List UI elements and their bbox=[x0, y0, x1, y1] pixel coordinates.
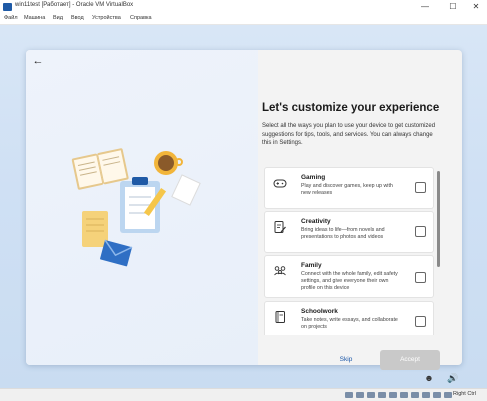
accept-button[interactable]: Accept bbox=[380, 350, 440, 370]
back-arrow-icon[interactable]: ← bbox=[31, 54, 45, 68]
illustration-pane: ← bbox=[26, 50, 258, 365]
host-key-label: Right Ctrl bbox=[453, 391, 476, 397]
volume-icon[interactable]: 🔊 bbox=[447, 373, 458, 383]
accessibility-icon[interactable]: ☻ bbox=[424, 373, 434, 383]
gaming-checkbox[interactable] bbox=[415, 182, 426, 193]
option-gaming[interactable]: Gaming Play and discover games, keep up … bbox=[264, 167, 434, 209]
optical-drive-icon[interactable] bbox=[356, 392, 364, 398]
menu-view[interactable]: Вид bbox=[53, 15, 63, 21]
shared-folders-icon[interactable] bbox=[400, 392, 408, 398]
option-title: Schoolwork bbox=[301, 308, 338, 315]
page-description: Select all the ways you plan to use your… bbox=[262, 123, 436, 146]
page-title: Let's customize your experience bbox=[262, 102, 440, 114]
schoolwork-checkbox[interactable] bbox=[415, 316, 426, 327]
option-description: Play and discover games, keep up with ne… bbox=[301, 183, 393, 196]
option-description: Connect with the whole family, edit safe… bbox=[301, 271, 398, 291]
option-title: Family bbox=[301, 262, 322, 269]
option-description: Take notes, write essays, and collaborat… bbox=[301, 317, 398, 330]
oobe-dialog: ← Let's customize your experience Select… bbox=[26, 50, 462, 370]
display-icon[interactable] bbox=[411, 392, 419, 398]
menu-help[interactable]: Справка bbox=[130, 15, 152, 21]
usb-icon[interactable] bbox=[389, 392, 397, 398]
vm-display[interactable]: ← Let's customize your experience Select… bbox=[0, 25, 487, 388]
virtualbox-icon bbox=[3, 3, 12, 11]
options-list[interactable]: Gaming Play and discover games, keep up … bbox=[264, 167, 440, 335]
people-icon bbox=[274, 266, 286, 276]
menu-file[interactable]: Файл bbox=[4, 15, 18, 21]
option-title: Gaming bbox=[301, 174, 326, 181]
window-title: win11test [Работает] - Oracle VM Virtual… bbox=[15, 2, 134, 8]
option-title: Creativity bbox=[301, 218, 331, 225]
option-creativity[interactable]: Creativity Bring ideas to life—from nove… bbox=[264, 211, 434, 253]
illustration-image bbox=[71, 148, 201, 267]
mouse-integration-icon[interactable] bbox=[444, 392, 452, 398]
family-checkbox[interactable] bbox=[415, 272, 426, 283]
creativity-checkbox[interactable] bbox=[415, 226, 426, 237]
option-schoolwork[interactable]: Schoolwork Take notes, write essays, and… bbox=[264, 301, 434, 335]
vm-statusbar: Right Ctrl bbox=[0, 388, 487, 401]
recording-icon[interactable] bbox=[422, 392, 430, 398]
network-icon[interactable] bbox=[378, 392, 386, 398]
menu-input[interactable]: Ввод bbox=[71, 15, 84, 21]
menu-devices[interactable]: Устройства bbox=[92, 15, 121, 21]
option-description: Bring ideas to life—from novels and pres… bbox=[301, 227, 385, 240]
notebook-icon bbox=[275, 311, 285, 323]
menu-machine[interactable]: Машина bbox=[24, 15, 45, 21]
gamepad-icon bbox=[273, 179, 287, 188]
window-titlebar: win11test [Работает] - Oracle VM Virtual… bbox=[0, 0, 487, 14]
menu-bar: Файл Машина Вид Ввод Устройства Справка bbox=[0, 14, 487, 25]
cpu-icon[interactable] bbox=[433, 392, 441, 398]
option-family[interactable]: Family Connect with the whole family, ed… bbox=[264, 255, 434, 298]
scrollbar-thumb[interactable] bbox=[437, 171, 440, 267]
document-pen-icon bbox=[274, 221, 286, 233]
harddisk-icon[interactable] bbox=[345, 392, 353, 398]
close-button[interactable]: ✕ bbox=[465, 0, 487, 14]
options-scrollbar[interactable] bbox=[436, 167, 441, 335]
minimize-button[interactable]: — bbox=[414, 0, 436, 14]
skip-button[interactable]: Skip bbox=[312, 350, 380, 370]
audio-icon[interactable] bbox=[367, 392, 375, 398]
maximize-button[interactable]: ☐ bbox=[442, 0, 464, 14]
